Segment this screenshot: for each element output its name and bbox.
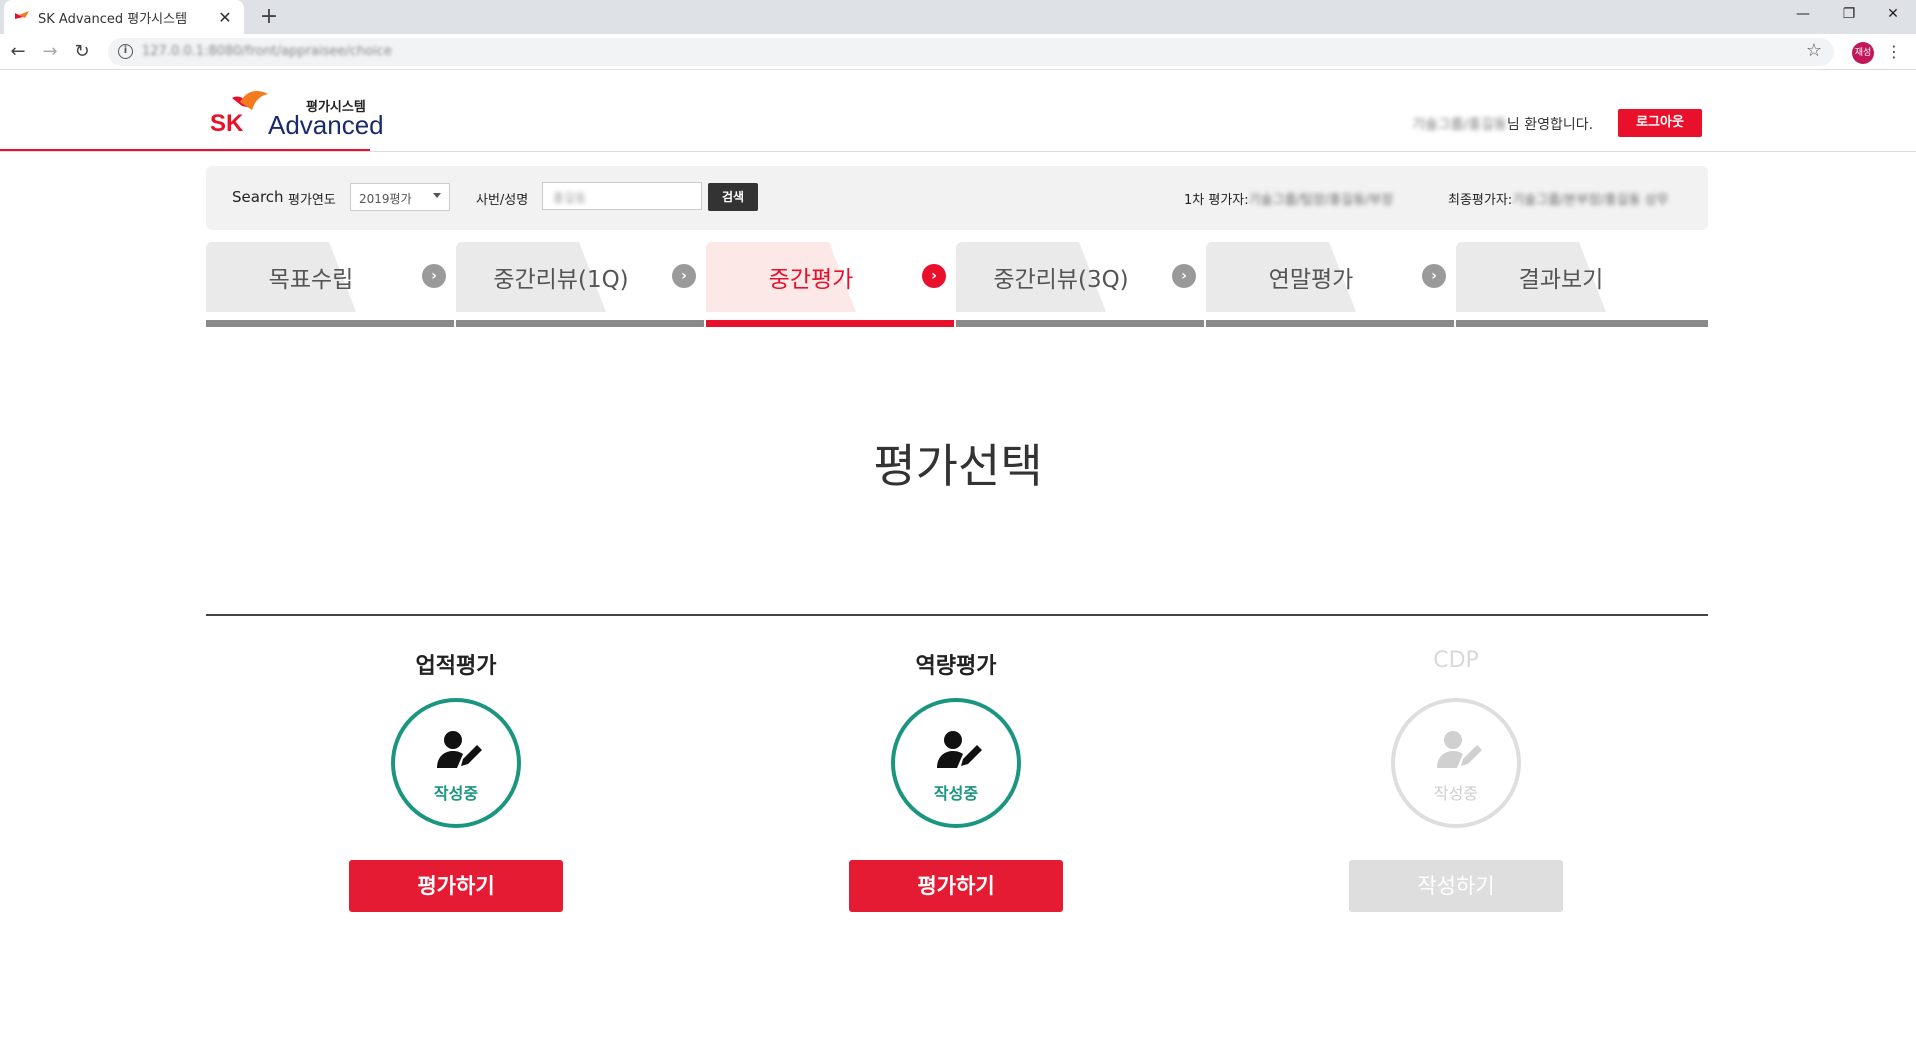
final-evaluator-label: 최종평가자:	[1448, 193, 1513, 208]
search-panel: Search 평가연도 2019평가 사번/성명 홍길동 검색 1차 평가자:기…	[206, 166, 1708, 230]
minimize-icon[interactable]: —	[1780, 0, 1826, 30]
back-icon[interactable]: ←	[6, 40, 30, 64]
first-evaluator-value: 기술그룹/팀장/홍길동/부장	[1248, 193, 1394, 208]
step-bar	[456, 320, 704, 327]
status-text: 작성중	[933, 784, 979, 803]
cdp-card: CDP 작성중 작성하기	[1306, 640, 1606, 920]
step-label: 중간리뷰(3Q)	[993, 267, 1129, 293]
first-evaluator: 1차 평가자:기술그룹/팀장/홍길동/부장	[1184, 189, 1393, 208]
section-divider	[206, 614, 1708, 616]
person-edit-icon	[437, 731, 482, 768]
employee-input[interactable]: 홍길동	[542, 182, 702, 210]
restore-icon[interactable]: ❐	[1826, 0, 1872, 30]
chevron-right-icon: ›	[922, 264, 946, 288]
evaluate-button[interactable]: 평가하기	[349, 860, 563, 912]
status-circle: 작성중	[891, 698, 1021, 828]
logo-sk-text: SK	[210, 110, 244, 137]
performance-eval-card: 업적평가 작성중 평가하기	[306, 640, 606, 920]
site-info-icon[interactable]: i	[118, 44, 133, 59]
final-evaluator-value: 기술그룹/본부장/홍길동 상무	[1512, 193, 1669, 208]
chevron-right-icon: ›	[672, 264, 696, 288]
step-view-results[interactable]: 결과보기	[1456, 242, 1708, 330]
chevron-right-icon: ›	[1422, 264, 1446, 288]
step-label: 연말평가	[1268, 267, 1354, 293]
search-button[interactable]: 검색	[708, 183, 758, 211]
sk-favicon-icon	[15, 11, 29, 19]
browser-tabstrip: SK Advanced 평가시스템 ✕ + — ❐ ✕	[0, 0, 1916, 34]
final-evaluator: 최종평가자:기술그룹/본부장/홍길동 상무	[1448, 189, 1669, 208]
browser-toolbar: ← → ↻ i 127.0.0.1:8080/front/appraisee/c…	[0, 34, 1916, 70]
welcome-message: 기술그룹/홍길동님 환영합니다.	[1412, 114, 1593, 134]
step-label: 중간평가	[768, 267, 854, 293]
browser-menu-icon[interactable]: ⋮	[1886, 40, 1902, 64]
card-title: 역량평가	[915, 654, 997, 679]
step-bar	[706, 320, 954, 327]
first-evaluator-label: 1차 평가자:	[1184, 193, 1249, 208]
card-title: 업적평가	[415, 654, 497, 679]
step-bar	[206, 320, 454, 327]
person-edit-icon	[937, 731, 982, 768]
step-midreview-1q[interactable]: 중간리뷰(1Q) ›	[456, 242, 704, 330]
step-bar	[1456, 320, 1708, 327]
status-circle: 작성중	[1391, 698, 1521, 828]
profile-avatar[interactable]: 재성	[1852, 42, 1874, 64]
tab-close-icon[interactable]: ✕	[216, 8, 234, 27]
step-bar	[956, 320, 1204, 327]
page-title: 평가선택	[873, 439, 1043, 493]
logo-advanced-text: Advanced	[268, 110, 384, 140]
card-title: CDP	[1433, 648, 1479, 673]
step-mid-evaluation[interactable]: 중간평가 ›	[706, 242, 954, 330]
write-button: 작성하기	[1349, 860, 1563, 912]
person-edit-icon	[1437, 731, 1482, 768]
step-label: 중간리뷰(1Q)	[493, 267, 629, 293]
sk-advanced-logo[interactable]: SK 평가시스템 Advanced	[210, 88, 384, 140]
step-label: 목표수립	[268, 267, 354, 293]
new-tab-icon[interactable]: +	[256, 4, 282, 30]
status-circle: 작성중	[391, 698, 521, 828]
window-close-icon[interactable]: ✕	[1870, 0, 1916, 30]
address-bar[interactable]: i 127.0.0.1:8080/front/appraisee/choice …	[108, 38, 1834, 66]
competency-eval-card: 역량평가 작성중 평가하기	[806, 640, 1106, 920]
status-text: 작성중	[433, 784, 479, 803]
welcome-suffix: 님 환영합니다.	[1506, 117, 1594, 133]
chevron-right-icon: ›	[1172, 264, 1196, 288]
year-select[interactable]: 2019평가	[350, 183, 450, 211]
evaluate-button[interactable]: 평가하기	[849, 860, 1063, 912]
employee-input-value: 홍길동	[553, 191, 587, 205]
year-select-value: 2019평가	[359, 192, 412, 206]
header-accent-line	[0, 149, 370, 151]
bookmark-star-icon[interactable]: ☆	[1806, 40, 1822, 61]
tab-title: SK Advanced 평가시스템	[38, 11, 188, 27]
step-goal-setting[interactable]: 목표수립 ›	[206, 242, 454, 330]
chevron-down-icon	[433, 193, 441, 198]
reload-icon[interactable]: ↻	[70, 40, 94, 64]
status-text: 작성중	[1433, 784, 1479, 803]
search-label: Search	[232, 188, 284, 206]
chevron-right-icon: ›	[422, 264, 446, 288]
welcome-user-name: 기술그룹/홍길동	[1412, 117, 1507, 133]
year-label: 평가연도	[288, 193, 336, 208]
browser-tab[interactable]: SK Advanced 평가시스템 ✕	[4, 0, 244, 34]
employee-label: 사번/성명	[476, 193, 529, 208]
forward-icon[interactable]: →	[38, 40, 62, 64]
step-year-end-evaluation[interactable]: 연말평가 ›	[1206, 242, 1454, 330]
logout-button[interactable]: 로그아웃	[1618, 109, 1702, 137]
url-text: 127.0.0.1:8080/front/appraisee/choice	[142, 44, 392, 59]
step-bar	[1206, 320, 1454, 327]
step-label: 결과보기	[1518, 267, 1604, 293]
process-steps: 목표수립 › 중간리뷰(1Q) › 중간평가 › 중간리뷰(3Q) › 연말평가…	[206, 242, 1708, 330]
step-midreview-3q[interactable]: 중간리뷰(3Q) ›	[956, 242, 1204, 330]
